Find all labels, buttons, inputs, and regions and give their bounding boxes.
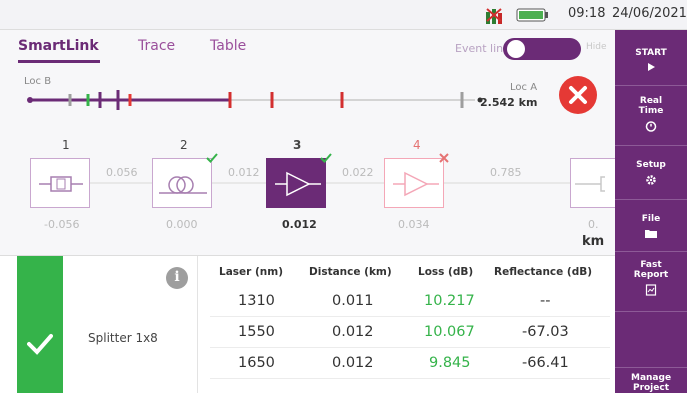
table-cell: -66.41 <box>522 355 569 371</box>
splitter-icon <box>393 171 439 197</box>
event-number: 4 <box>413 138 421 152</box>
connector-icon <box>39 176 83 192</box>
link-length: 2.542 km <box>480 96 538 109</box>
divider <box>197 256 198 393</box>
event-card-1[interactable] <box>30 158 90 208</box>
event-result-badge <box>17 256 63 393</box>
pass-check-icon <box>206 153 218 163</box>
status-bar: 09:18 24/06/2021 <box>0 0 687 30</box>
segment-length: 0.785 <box>490 166 522 179</box>
close-icon <box>569 86 587 104</box>
pass-check-icon <box>320 153 332 163</box>
end-connector-icon <box>575 176 605 192</box>
event-type-label: Splitter 1x8 <box>88 331 158 345</box>
tab-bar: SmartLink Trace Table Event line Hide <box>0 30 615 65</box>
event-line-toggle[interactable] <box>503 38 581 60</box>
segment-length: 0.056 <box>106 166 138 179</box>
main-panel: SmartLink Trace Table Event line Hide Lo… <box>0 30 615 393</box>
toggle-knob <box>507 40 525 58</box>
real-time-button[interactable]: Real Time <box>615 86 687 146</box>
event-card-end[interactable] <box>570 158 615 208</box>
event-card-2[interactable] <box>152 158 212 208</box>
splitter-icon <box>275 171 321 197</box>
tab-trace[interactable]: Trace <box>138 38 175 54</box>
table-cell: 0.012 <box>332 355 374 371</box>
table-cell: 9.845 <box>429 355 471 371</box>
active-tab-indicator <box>18 60 100 63</box>
event-line-state: Hide <box>586 42 607 52</box>
tab-table[interactable]: Table <box>210 38 246 54</box>
fail-status-button[interactable] <box>559 76 597 114</box>
event-number: 3 <box>293 138 302 152</box>
table-header: Laser (nm) <box>219 266 283 278</box>
event-card-3[interactable] <box>266 158 326 208</box>
timer-icon <box>645 121 657 132</box>
table-cell: 1550 <box>238 324 275 340</box>
table-cell: 1650 <box>238 355 275 371</box>
table-cell: 0.011 <box>332 293 374 309</box>
event-position: 0.034 <box>398 218 430 231</box>
row-divider <box>210 347 610 348</box>
table-header: Reflectance (dB) <box>494 266 593 278</box>
table-cell: 1310 <box>238 293 275 309</box>
fail-cross-icon <box>439 153 449 163</box>
manage-project-button[interactable]: Manage Project <box>615 368 687 393</box>
check-icon <box>27 334 53 355</box>
event-card-4[interactable] <box>384 158 444 208</box>
link-overview: Loc B Loc A 2.542 km <box>0 70 615 128</box>
report-icon <box>645 284 657 296</box>
fiber-reel-icon <box>159 176 207 194</box>
table-cell: -67.03 <box>522 324 569 340</box>
table-header: Loss (dB) <box>418 266 474 278</box>
battery-icon <box>516 8 548 22</box>
setup-button[interactable]: Setup <box>615 146 687 200</box>
event-number: 1 <box>62 138 70 152</box>
network-status-icon <box>486 8 502 24</box>
clock-date: 24/06/2021 <box>612 6 687 21</box>
row-divider <box>210 378 610 379</box>
segment-length: 0.022 <box>342 166 374 179</box>
play-icon <box>648 63 655 71</box>
event-position: 0. <box>588 218 599 231</box>
segment-length: 0.012 <box>228 166 260 179</box>
event-number: 2 <box>180 138 188 152</box>
event-position: 0.012 <box>282 218 317 231</box>
action-sidebar: START Real Time Setup File Fast Report M… <box>615 30 687 393</box>
loc-a-label: Loc A <box>510 82 538 93</box>
start-button[interactable]: START <box>615 30 687 86</box>
clock-time: 09:18 <box>568 6 606 21</box>
table-header: Distance (km) <box>309 266 392 278</box>
gear-icon <box>646 175 656 185</box>
blank-sidebar-button[interactable] <box>615 312 687 368</box>
event-position: 0.000 <box>166 218 198 231</box>
fast-report-button[interactable]: Fast Report <box>615 252 687 312</box>
table-cell: 0.012 <box>332 324 374 340</box>
file-button[interactable]: File <box>615 200 687 252</box>
folder-icon <box>645 230 657 238</box>
info-icon[interactable]: i <box>166 267 188 289</box>
table-cell: 10.067 <box>424 324 475 340</box>
tab-smartlink[interactable]: SmartLink <box>18 38 99 54</box>
table-cell: -- <box>540 293 551 309</box>
event-detail-panel: Splitter 1x8 i Laser (nm) Distance (km) … <box>0 255 615 393</box>
event-position: -0.056 <box>44 218 80 231</box>
row-divider <box>210 316 610 317</box>
event-strip: 1 2 3 4 0.056 0.012 0.022 0.785 -0.056 0… <box>0 130 615 249</box>
event-line-label: Event line <box>455 42 510 55</box>
distance-unit: km <box>582 234 605 249</box>
table-cell: 10.217 <box>424 293 475 309</box>
